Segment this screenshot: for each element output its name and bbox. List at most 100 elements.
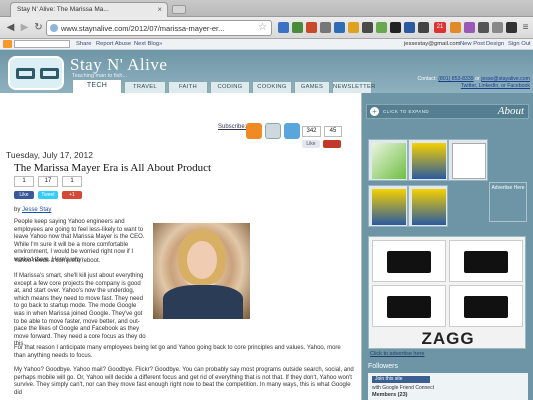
- paragraph-5: My Yahoo? Goodbye. Yahoo mail? Goodbye. …: [14, 367, 354, 396]
- ad-product[interactable]: [372, 285, 446, 327]
- tab-active[interactable]: Stay N' Alive: The Marissa Ma... ×: [10, 2, 168, 17]
- forward-icon[interactable]: ▶: [18, 21, 31, 34]
- fb-like-button[interactable]: Like: [302, 140, 320, 148]
- book-facebook-apps[interactable]: [368, 185, 408, 227]
- header-contact: Contact: (801) 853-8339 or jesse@stayali…: [388, 76, 530, 90]
- site-title[interactable]: Stay N' Alive: [70, 55, 167, 75]
- tablet-image: [387, 251, 431, 273]
- extension-icon[interactable]: [478, 22, 489, 33]
- nav-tab-games[interactable]: GAMES: [294, 81, 330, 93]
- tab-bar: Stay N' Alive: The Marissa Ma... ×: [0, 0, 533, 17]
- url-text: www.staynalive.com/2012/07/marissa-mayer…: [61, 24, 225, 33]
- new-tab-button[interactable]: [172, 5, 186, 14]
- members-count: Members (23): [372, 392, 408, 398]
- site-header: Stay N' Alive Teaching man to fish... TE…: [0, 50, 533, 93]
- expand-label[interactable]: CLICK TO EXPAND: [383, 109, 429, 114]
- expand-plus-icon[interactable]: +: [370, 107, 379, 116]
- ad-product[interactable]: [372, 240, 446, 282]
- report-abuse-link[interactable]: Report Abuse: [96, 41, 131, 47]
- tab-title: Stay N' Alive: The Marissa Ma...: [17, 6, 109, 13]
- tablet-image: [464, 251, 508, 273]
- nav-tab-travel[interactable]: TRAVEL: [124, 81, 166, 93]
- extension-icon[interactable]: [376, 22, 387, 33]
- site-info-icon[interactable]: [50, 24, 58, 32]
- extension-icon[interactable]: [348, 22, 359, 33]
- tweet-button[interactable]: Tweet: [38, 191, 58, 199]
- address-bar[interactable]: www.staynalive.com/2012/07/marissa-mayer…: [46, 20, 272, 36]
- like-button[interactable]: Like: [14, 191, 34, 199]
- author-link[interactable]: Jesse Stay: [22, 207, 51, 213]
- zagg-ad[interactable]: ZAGG: [368, 236, 526, 349]
- bookmark-star-icon[interactable]: ☆: [258, 22, 267, 33]
- extension-icon[interactable]: [292, 22, 303, 33]
- share-link[interactable]: Share: [76, 41, 91, 47]
- extension-icon[interactable]: [320, 22, 331, 33]
- nav-tab-newsletter[interactable]: NEWSLETTER: [332, 81, 375, 93]
- next-blog-link[interactable]: Next Blog»: [134, 41, 162, 47]
- extension-icon[interactable]: [390, 22, 401, 33]
- ad-product[interactable]: [449, 240, 523, 282]
- contact-email-link[interactable]: jesse@stayalive.com: [481, 76, 530, 82]
- extension-icon[interactable]: [334, 22, 345, 33]
- contact-phone-link[interactable]: (801) 853-8339: [438, 76, 473, 82]
- extension-icon[interactable]: [492, 22, 503, 33]
- photo-shirt: [163, 285, 243, 319]
- join-site-button[interactable]: Join this site: [372, 376, 430, 383]
- book-social-tools[interactable]: [368, 139, 408, 181]
- glasses-icon: [40, 68, 59, 79]
- reload-icon[interactable]: ↻: [32, 21, 45, 34]
- extension-icon[interactable]: [278, 22, 289, 33]
- glasses-icon: [16, 68, 35, 79]
- nav-tab-cooking[interactable]: COOKING: [252, 81, 292, 93]
- nav-tab-tech[interactable]: TECH: [72, 79, 122, 93]
- advertise-here-box[interactable]: Advertise Here: [489, 182, 527, 222]
- photo-face: [187, 241, 217, 279]
- extension-icon[interactable]: [404, 22, 415, 33]
- sign-out-link[interactable]: Sign Out: [508, 41, 531, 47]
- close-tab-icon[interactable]: ×: [157, 5, 162, 14]
- ad-product[interactable]: [449, 285, 523, 327]
- extension-icon[interactable]: [362, 22, 373, 33]
- user-email: jessestay@gmail.com: [404, 41, 461, 47]
- blogger-logo-icon[interactable]: [3, 40, 12, 48]
- email-icon[interactable]: [265, 123, 281, 139]
- nav-tab-faith[interactable]: FAITH: [168, 81, 208, 93]
- plusone-count: 1: [62, 176, 82, 187]
- new-post-link[interactable]: New Post: [460, 41, 485, 47]
- rss-icon[interactable]: [246, 123, 262, 139]
- social-links[interactable]: Twitter, LinkedIn, or Facebook: [388, 83, 530, 90]
- paragraph-3: If Marissa's smart, she'll kill just abo…: [14, 273, 146, 348]
- back-icon[interactable]: ◀: [4, 21, 17, 34]
- book-google-plus[interactable]: [408, 185, 448, 227]
- subscribe-label[interactable]: Subscribe:: [218, 124, 246, 130]
- extension-icon[interactable]: [450, 22, 461, 33]
- plusone-button[interactable]: +1: [62, 191, 82, 199]
- marissa-mayer-photo: [153, 223, 250, 319]
- blog-search-input[interactable]: [14, 40, 70, 48]
- twitter-icon[interactable]: [284, 123, 300, 139]
- contact-prefix: Contact:: [417, 76, 439, 82]
- advertise-link[interactable]: Click to advertise here: [370, 351, 424, 357]
- nav-tab-coding[interactable]: CODING: [210, 81, 250, 93]
- blogger-navbar: Share Report Abuse Next Blog» jessestay@…: [0, 39, 533, 50]
- followers-title: Followers: [368, 363, 398, 370]
- notification-badge[interactable]: 21: [434, 22, 446, 33]
- site-logo[interactable]: [8, 56, 64, 90]
- book-fbml[interactable]: [448, 139, 488, 181]
- byline-prefix: by: [14, 207, 23, 213]
- about-heading: About: [497, 105, 524, 117]
- design-link[interactable]: Design: [486, 41, 504, 47]
- wrench-menu-icon[interactable]: ≡: [519, 21, 532, 34]
- like-count: 1: [14, 176, 34, 187]
- extension-icon[interactable]: [506, 22, 517, 33]
- post-date: Tuesday, July 17, 2012: [6, 150, 93, 160]
- gplus-button-top[interactable]: [323, 140, 341, 148]
- expand-bar[interactable]: + CLICK TO EXPAND About: [366, 104, 529, 119]
- zagg-logo[interactable]: ZAGG: [369, 329, 527, 349]
- followers-widget: Join this site with Google Friend Connec…: [368, 373, 528, 400]
- book-facebook-marketing[interactable]: [408, 139, 448, 181]
- extension-icon[interactable]: [306, 22, 317, 33]
- post-title[interactable]: The Marissa Mayer Era is All About Produ…: [14, 162, 211, 174]
- extension-icon[interactable]: [464, 22, 475, 33]
- extension-icon[interactable]: [418, 22, 429, 33]
